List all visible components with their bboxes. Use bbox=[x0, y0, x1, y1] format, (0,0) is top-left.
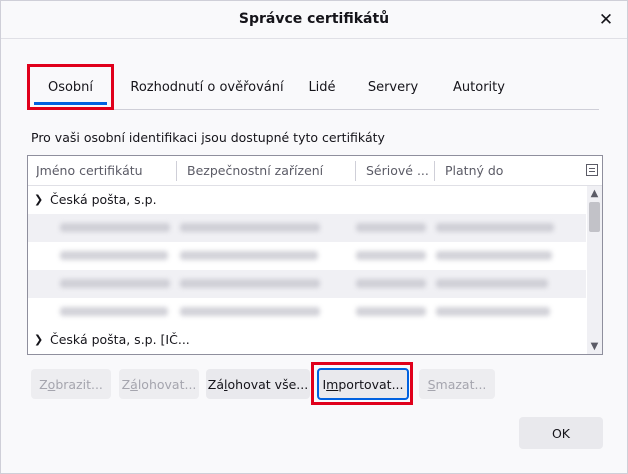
redacted-value bbox=[60, 223, 170, 232]
certificate-manager-dialog: Správce certifikátů ✕ Osobní Rozhodnutí … bbox=[0, 0, 628, 474]
redacted-value bbox=[356, 279, 426, 288]
column-splitter[interactable] bbox=[176, 161, 177, 181]
button-label-part: ohovat vše... bbox=[227, 376, 309, 392]
tab-label: Osobní bbox=[47, 79, 94, 95]
tab-autority[interactable]: Autority bbox=[445, 64, 513, 110]
column-header-valid-until[interactable]: Platný do bbox=[445, 163, 575, 178]
tree-group-row[interactable]: ❯ Česká pošta, s.p. bbox=[28, 186, 586, 214]
chevron-up-icon[interactable]: ▲ bbox=[587, 186, 602, 201]
redacted-value bbox=[356, 223, 426, 232]
close-icon[interactable]: ✕ bbox=[595, 9, 617, 31]
vertical-scrollbar[interactable]: ▲ ▼ bbox=[587, 186, 602, 354]
column-header-name[interactable]: Jméno certifikátu bbox=[36, 163, 176, 178]
column-splitter[interactable] bbox=[355, 161, 356, 181]
view-button[interactable]: Zo brazit... bbox=[31, 369, 111, 399]
button-label-part: Zá bbox=[207, 376, 225, 392]
certificate-tree[interactable]: Jméno certifikátu Bezpečnostní zařízení … bbox=[27, 155, 603, 355]
table-row[interactable] bbox=[28, 298, 586, 326]
button-access-key: o bbox=[47, 376, 56, 392]
table-row[interactable] bbox=[28, 242, 586, 270]
table-row[interactable] bbox=[28, 270, 586, 298]
button-label-part: Z bbox=[121, 376, 131, 392]
column-splitter[interactable] bbox=[434, 161, 435, 181]
tab-label: Autority bbox=[453, 79, 505, 95]
tree-group-row[interactable]: ❯ Česká pošta, s.p. [IČ... bbox=[28, 326, 586, 354]
column-header-device[interactable]: Bezpečnostní zařízení bbox=[187, 163, 355, 178]
button-label-part: mazat... bbox=[435, 376, 487, 392]
button-label-part: lohovat... bbox=[137, 376, 197, 392]
redacted-value bbox=[436, 279, 548, 288]
button-access-key: á bbox=[130, 376, 138, 392]
selected-tab-indicator bbox=[34, 102, 107, 105]
column-picker-icon[interactable] bbox=[586, 164, 598, 176]
group-label: Česká pošta, s.p. bbox=[50, 192, 157, 207]
description-text: Pro vaši osobní identifikaci jsou dostup… bbox=[31, 130, 385, 145]
redacted-value bbox=[60, 279, 170, 288]
redacted-value bbox=[356, 251, 426, 260]
chevron-down-icon[interactable]: ❯ bbox=[34, 193, 46, 206]
ok-button[interactable]: OK bbox=[519, 417, 603, 449]
titlebar: Správce certifikátů ✕ bbox=[1, 1, 627, 39]
redacted-value bbox=[180, 307, 320, 316]
tab-rozhodnuti[interactable]: Rozhodnutí o ověřování bbox=[127, 64, 287, 110]
tree-header: Jméno certifikátu Bezpečnostní zařízení … bbox=[28, 156, 602, 186]
tab-label: Lidé bbox=[308, 79, 336, 95]
redacted-value bbox=[180, 223, 320, 232]
redacted-value bbox=[436, 251, 552, 260]
tab-label: Servery bbox=[367, 79, 419, 95]
redacted-value bbox=[356, 307, 426, 316]
button-access-key: S bbox=[427, 376, 436, 392]
tab-bar: Osobní Rozhodnutí o ověřování Lidé Serve… bbox=[27, 64, 599, 110]
tab-osobni[interactable]: Osobní bbox=[27, 64, 114, 110]
backup-button[interactable]: Zá lohovat... bbox=[119, 369, 199, 399]
redacted-value bbox=[180, 251, 318, 260]
button-access-key: m bbox=[326, 376, 339, 392]
button-label-part: portovat... bbox=[338, 376, 404, 392]
redacted-value bbox=[60, 307, 168, 316]
tab-servery[interactable]: Servery bbox=[363, 64, 423, 110]
tab-lide[interactable]: Lidé bbox=[299, 64, 345, 110]
button-label-part: brazit... bbox=[55, 376, 103, 392]
chevron-down-icon[interactable]: ❯ bbox=[34, 333, 46, 346]
group-label: Česká pošta, s.p. [IČ... bbox=[50, 332, 190, 347]
redacted-value bbox=[180, 279, 320, 288]
backup-all-button[interactable]: Zá l ohovat vše... bbox=[206, 369, 310, 399]
dialog-title: Správce certifikátů bbox=[238, 11, 390, 27]
redacted-value bbox=[60, 251, 168, 260]
tab-label: Rozhodnutí o ověřování bbox=[130, 79, 284, 95]
import-button[interactable]: Im portovat... bbox=[317, 368, 409, 400]
delete-button[interactable]: Smazat... bbox=[419, 369, 495, 399]
redacted-value bbox=[436, 307, 550, 316]
redacted-value bbox=[436, 223, 554, 232]
scrollbar-thumb[interactable] bbox=[589, 202, 600, 232]
column-header-serial[interactable]: Sériové ... bbox=[366, 163, 430, 178]
chevron-down-icon[interactable]: ▼ bbox=[587, 339, 602, 354]
table-row[interactable] bbox=[28, 214, 586, 242]
button-label-part: Z bbox=[39, 376, 48, 392]
